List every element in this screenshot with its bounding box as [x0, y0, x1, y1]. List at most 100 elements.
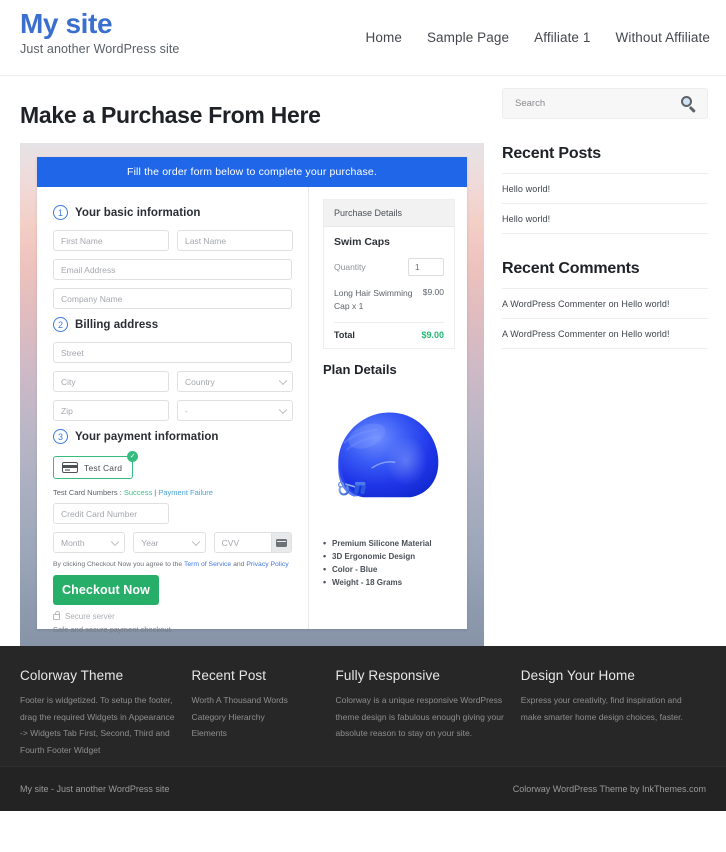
- recent-post-link[interactable]: Hello world!: [502, 204, 708, 233]
- list-item: Hello world!: [502, 173, 708, 203]
- recent-comment-link[interactable]: A WordPress Commenter on Hello world!: [502, 289, 708, 318]
- city-country-row: City Country: [53, 371, 293, 392]
- state-select[interactable]: -: [177, 400, 293, 421]
- quantity-row: Quantity 1: [334, 258, 444, 276]
- expiry-month-value: Month: [61, 537, 85, 548]
- recent-post-link[interactable]: Hello world!: [502, 174, 708, 203]
- expiry-cvv-row: Month Year CVV: [53, 532, 292, 553]
- search-input[interactable]: [513, 97, 681, 110]
- nav-item-sample-page[interactable]: Sample Page: [427, 30, 509, 45]
- search-icon[interactable]: [681, 95, 697, 113]
- step-1-heading: 1 Your basic information: [53, 205, 292, 220]
- email-input[interactable]: Email Address: [53, 259, 292, 280]
- order-form-right-column: Purchase Details Swim Caps Quantity 1 Lo…: [309, 187, 467, 629]
- company-name-input[interactable]: Company Name: [53, 288, 292, 309]
- order-form-banner: Fill the order form below to complete yo…: [37, 157, 467, 187]
- footer-widget-title: Colorway Theme: [20, 668, 124, 683]
- nav-item-home[interactable]: Home: [366, 30, 402, 45]
- line-item-price: $9.00: [422, 287, 444, 297]
- recent-comments-title: Recent Comments: [502, 260, 640, 277]
- site-title[interactable]: My site: [20, 8, 113, 39]
- footer-post-link[interactable]: Worth A Thousand Words: [192, 692, 320, 709]
- search-widget[interactable]: [502, 88, 708, 119]
- footer-widget-title: Design Your Home: [520, 668, 635, 683]
- terms-and: and: [231, 561, 247, 568]
- chevron-down-icon: [111, 537, 120, 546]
- footer-site-credit: My site - Just another WordPress site: [20, 784, 170, 794]
- quantity-input[interactable]: 1: [408, 258, 444, 276]
- line-item-row: Long Hair Swimming Cap x 1 $9.00: [334, 287, 444, 313]
- footer-widget-design-your-home: Design Your Home Express your creativity…: [521, 668, 706, 746]
- site-header: My site Just another WordPress site Home…: [0, 0, 726, 76]
- email-row: Email Address: [53, 259, 292, 280]
- expiry-year-select[interactable]: Year: [133, 532, 206, 553]
- order-form-card: Fill the order form below to complete yo…: [37, 157, 467, 634]
- card-number-row: Credit Card Number: [53, 503, 292, 524]
- order-form-body: 1 Your basic information First Name Last…: [37, 187, 467, 634]
- footer-post-link[interactable]: Elements: [192, 725, 320, 742]
- expiry-year-value: Year: [141, 537, 159, 548]
- order-form-background: Fill the order form below to complete yo…: [20, 143, 484, 646]
- chevron-down-icon: [278, 405, 288, 414]
- checkout-now-button[interactable]: Checkout Now: [53, 575, 159, 605]
- first-name-input[interactable]: First Name: [53, 230, 169, 251]
- plan-feature-item: Weight - 18 Grams: [323, 575, 455, 590]
- footer-post-link[interactable]: Category Hierarchy: [192, 709, 320, 726]
- list-item: A WordPress Commenter on Hello world!: [502, 288, 708, 318]
- cvv-card-icon: [270, 533, 291, 552]
- terms-prefix: By clicking Checkout Now you agree to th…: [53, 561, 184, 568]
- test-card-failure-link[interactable]: Payment Failure: [158, 488, 213, 497]
- footer-widget-recent-post: Recent Post Worth A Thousand Words Categ…: [192, 668, 336, 746]
- list-item: Elements: [192, 725, 320, 742]
- product-name: Swim Caps: [334, 236, 391, 248]
- page-content-wrapper: Make a Purchase From Here Fill the order…: [0, 76, 726, 646]
- plan-feature-item: Premium Silicone Material: [323, 535, 455, 550]
- sidebar: Recent Posts Hello world! Hello world! R…: [486, 76, 708, 646]
- plan-feature-item: 3D Ergonomic Design: [323, 549, 455, 564]
- footer-theme-credit[interactable]: Colorway WordPress Theme by InkThemes.co…: [513, 784, 706, 794]
- street-row: Street: [53, 342, 292, 363]
- total-label: Total: [334, 329, 355, 340]
- cvv-placeholder: CVV: [221, 537, 240, 548]
- last-name-input[interactable]: Last Name: [177, 230, 293, 251]
- plan-details-heading: Plan Details: [323, 361, 397, 377]
- purchase-details-heading: Purchase Details: [324, 200, 454, 227]
- city-input[interactable]: City: [53, 371, 169, 392]
- site-branding: My site Just another WordPress site: [20, 0, 179, 57]
- terms-of-service-link[interactable]: Term of Service: [184, 561, 231, 568]
- quantity-label: Quantity: [334, 262, 366, 272]
- step-2-heading: 2 Billing address: [53, 317, 292, 332]
- credit-card-icon: [62, 462, 78, 473]
- chevron-down-icon: [191, 537, 200, 546]
- purchase-divider: [334, 321, 444, 323]
- plan-feature-item: Color - Blue: [323, 562, 455, 577]
- expiry-month-select[interactable]: Month: [53, 532, 126, 553]
- total-value: $9.00: [421, 329, 444, 340]
- footer-widget-title: Recent Post: [191, 668, 267, 683]
- test-card-label: Test Card: [84, 462, 123, 473]
- country-select[interactable]: Country: [177, 371, 293, 392]
- footer-widget-text: Colorway is a unique responsive WordPres…: [335, 695, 504, 739]
- order-form-left-column: 1 Your basic information First Name Last…: [37, 187, 309, 634]
- zip-input[interactable]: Zip: [53, 400, 169, 421]
- credit-card-number-input[interactable]: Credit Card Number: [53, 503, 169, 524]
- check-circle-icon: ✓: [127, 451, 139, 462]
- footer-widget-text: Footer is widgetized. To setup the foote…: [20, 695, 175, 755]
- purchase-details-card: Purchase Details Swim Caps Quantity 1 Lo…: [323, 199, 455, 349]
- nav-item-affiliate-1[interactable]: Affiliate 1: [534, 30, 590, 45]
- line-item-name: Long Hair Swimming Cap x 1: [334, 288, 413, 311]
- recent-comment-link[interactable]: A WordPress Commenter on Hello world!: [502, 319, 708, 348]
- state-select-value: -: [185, 405, 188, 416]
- list-item: Hello world!: [502, 203, 708, 234]
- street-input[interactable]: Street: [53, 342, 292, 363]
- secure-server-row: Secure server: [53, 610, 292, 621]
- nav-item-without-affiliate[interactable]: Without Affiliate: [616, 30, 711, 45]
- footer-widget-title: Fully Responsive: [335, 668, 440, 683]
- country-select-value: Country: [185, 376, 215, 387]
- step-3-label: Your payment information: [75, 430, 219, 443]
- cvv-input[interactable]: CVV: [213, 532, 292, 553]
- list-item: A WordPress Commenter on Hello world!: [502, 318, 708, 349]
- test-card-success-link[interactable]: Success: [124, 488, 152, 497]
- test-card-option[interactable]: Test Card: [53, 456, 134, 479]
- privacy-policy-link[interactable]: Privacy Policy: [246, 561, 288, 568]
